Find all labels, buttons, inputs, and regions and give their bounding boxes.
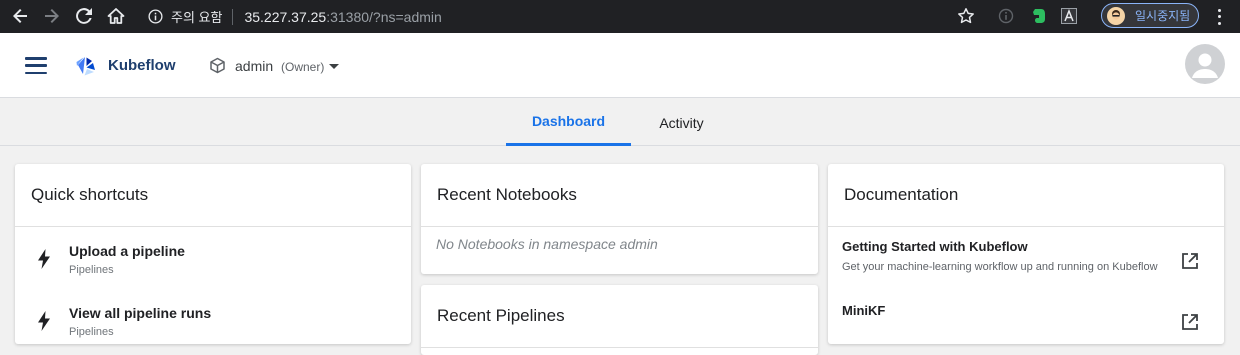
- profile-status-label: 일시중지됨: [1135, 9, 1191, 23]
- tab-activity[interactable]: Activity: [631, 99, 732, 146]
- bookmark-star-icon[interactable]: [956, 6, 976, 26]
- evernote-extension-icon[interactable]: [1029, 6, 1049, 26]
- empty-state-message: No Notebooks in namespace admin: [436, 236, 658, 252]
- bolt-icon: [38, 249, 50, 269]
- card-title: Documentation: [828, 164, 1224, 227]
- forward-icon[interactable]: [40, 5, 64, 27]
- url-divider: [232, 8, 234, 25]
- tab-dashboard[interactable]: Dashboard: [506, 99, 631, 146]
- shortcut-subtitle: Pipelines: [69, 264, 114, 276]
- open-in-new-icon[interactable]: [1180, 251, 1200, 271]
- home-icon[interactable]: [104, 5, 128, 27]
- address-bar[interactable]: 주의 요함 35.227.37.25 :31380/?ns=admin: [138, 3, 988, 30]
- namespace-box-icon[interactable]: [209, 57, 226, 74]
- browser-menu-icon[interactable]: [1212, 7, 1226, 27]
- namespace-selector[interactable]: admin: [235, 58, 273, 74]
- doc-title[interactable]: Getting Started with Kubeflow: [842, 239, 1028, 254]
- quick-shortcuts-card: Quick shortcuts Upload a pipeline Pipeli…: [15, 164, 411, 344]
- tab-bar: Dashboard Activity: [0, 99, 1240, 146]
- kubeflow-logo-icon: [74, 54, 98, 78]
- browser-toolbar: 주의 요함 35.227.37.25 :31380/?ns=admin 일시중지…: [0, 0, 1240, 33]
- chevron-down-icon[interactable]: [329, 64, 339, 69]
- profile-avatar: [1107, 6, 1125, 25]
- info-icon[interactable]: [148, 9, 163, 24]
- namespace-role[interactable]: (Owner): [281, 60, 324, 74]
- card-title: Recent Notebooks: [421, 164, 818, 227]
- translate-extension-icon[interactable]: [1059, 6, 1079, 26]
- user-avatar[interactable]: [1185, 44, 1225, 84]
- url-host: 35.227.37.25: [244, 8, 327, 25]
- open-in-new-icon[interactable]: [1180, 312, 1200, 332]
- shortcut-view-pipeline-runs[interactable]: View all pipeline runs Pipelines: [15, 289, 411, 344]
- back-icon[interactable]: [8, 5, 32, 27]
- menu-icon[interactable]: [25, 57, 47, 74]
- card-title: Quick shortcuts: [15, 164, 411, 227]
- card-title: Recent Pipelines: [421, 285, 818, 348]
- bolt-icon: [38, 311, 50, 331]
- doc-item-getting-started[interactable]: Getting Started with Kubeflow Get your m…: [828, 227, 1224, 299]
- shortcut-subtitle: Pipelines: [69, 326, 114, 338]
- profile-button[interactable]: 일시중지됨: [1101, 3, 1199, 28]
- documentation-card: Documentation Getting Started with Kubef…: [828, 164, 1224, 344]
- shortcut-upload-pipeline[interactable]: Upload a pipeline Pipelines: [15, 227, 411, 289]
- reload-icon[interactable]: [72, 5, 96, 27]
- doc-description: Get your machine-learning workflow up an…: [842, 261, 1158, 273]
- extension-info-icon[interactable]: [996, 6, 1016, 26]
- shortcut-title: Upload a pipeline: [69, 243, 185, 259]
- app-header: Kubeflow admin (Owner): [0, 33, 1240, 98]
- recent-pipelines-card: Recent Pipelines: [421, 285, 818, 355]
- doc-title[interactable]: MiniKF: [842, 303, 885, 318]
- security-warning[interactable]: 주의 요함: [171, 7, 222, 26]
- url-path: :31380/?ns=admin: [326, 8, 442, 25]
- shortcut-title: View all pipeline runs: [69, 305, 212, 321]
- recent-notebooks-card: Recent Notebooks No Notebooks in namespa…: [421, 164, 818, 274]
- doc-item-minikf[interactable]: MiniKF: [828, 299, 1224, 344]
- brand-name[interactable]: Kubeflow: [108, 57, 176, 74]
